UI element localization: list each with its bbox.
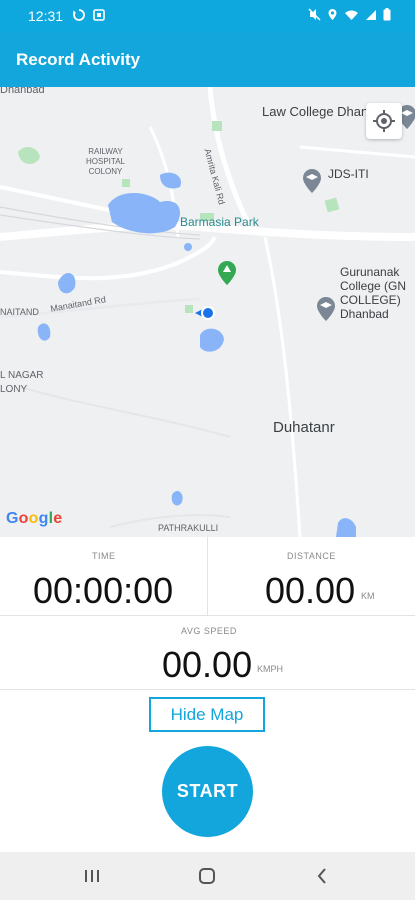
page-title: Record Activity xyxy=(16,50,141,69)
distance-value: 00.00 xyxy=(265,570,356,611)
location-icon xyxy=(328,9,337,20)
map-label-jds-iti: JDS-ITI xyxy=(328,167,369,181)
distance-label: DISTANCE xyxy=(287,551,336,561)
recents-button[interactable] xyxy=(72,864,112,888)
stats-divider xyxy=(0,689,415,690)
mute-icon xyxy=(308,8,321,21)
avg-speed-value: 00.00 xyxy=(162,644,253,685)
signal-icon xyxy=(366,9,376,20)
map-label-naitand: NAITAND xyxy=(0,307,39,317)
stats-divider xyxy=(0,615,415,616)
map-label-railway-colony: RAILWAY HOSPITAL COLONY xyxy=(86,147,125,176)
my-location-icon xyxy=(373,110,395,132)
screenshot-icon xyxy=(93,9,105,21)
home-button[interactable] xyxy=(187,864,227,888)
battery-icon xyxy=(383,8,391,21)
map-label-gurunanak: Gurunanak College (GN COLLEGE) Dhanbad xyxy=(340,265,407,321)
map-label-barmasia-park: Barmasia Park xyxy=(180,215,259,229)
back-icon xyxy=(317,868,326,884)
map-label-duhatanr: Duhatanr xyxy=(273,419,335,436)
google-logo-letter: G xyxy=(6,510,19,527)
app-bar: Record Activity xyxy=(0,32,415,87)
time-label: TIME xyxy=(92,551,116,561)
status-bar: 12:31 xyxy=(0,0,415,32)
map-label-dhanbad-top: Dhanbad xyxy=(0,87,45,96)
map-label-nagar-colony: L NAGAR LONY xyxy=(0,370,44,395)
school-pin-icon xyxy=(303,169,321,193)
back-button[interactable] xyxy=(302,864,342,888)
sync-icon xyxy=(73,9,85,21)
status-left-icons xyxy=(72,8,106,22)
park-pin-icon xyxy=(218,261,236,285)
google-logo-letter: o xyxy=(18,510,29,527)
avg-speed-unit: KMPH xyxy=(257,664,284,674)
home-icon xyxy=(199,868,215,884)
start-button[interactable]: START xyxy=(162,746,253,837)
status-right-icons xyxy=(308,8,391,21)
hide-map-button[interactable]: Hide Map xyxy=(149,697,265,732)
google-logo-letter: g xyxy=(38,510,49,527)
wifi-icon xyxy=(345,10,358,20)
user-location-icon xyxy=(195,306,215,320)
my-location-button[interactable] xyxy=(366,103,402,139)
google-logo-letter: e xyxy=(53,510,63,527)
system-nav-bar xyxy=(0,852,415,900)
google-logo-letter: o xyxy=(28,510,39,527)
map-label-law-college: Law College Dhanba xyxy=(262,104,383,119)
school-pin-icon xyxy=(317,297,335,321)
map-view[interactable]: Dhanbad Law College Dhanba RAILWAY HOSPI… xyxy=(0,87,415,537)
stats-divider-vertical xyxy=(207,537,208,615)
google-logo: Google xyxy=(6,510,62,528)
status-time: 12:31 xyxy=(28,8,64,24)
distance-unit: KM xyxy=(361,591,375,601)
map-label-pathrakulli: PATHRAKULLI xyxy=(158,523,219,533)
recents-icon xyxy=(85,870,99,882)
time-value: 00:00:00 xyxy=(33,570,174,611)
avg-speed-label: AVG SPEED xyxy=(181,626,237,636)
